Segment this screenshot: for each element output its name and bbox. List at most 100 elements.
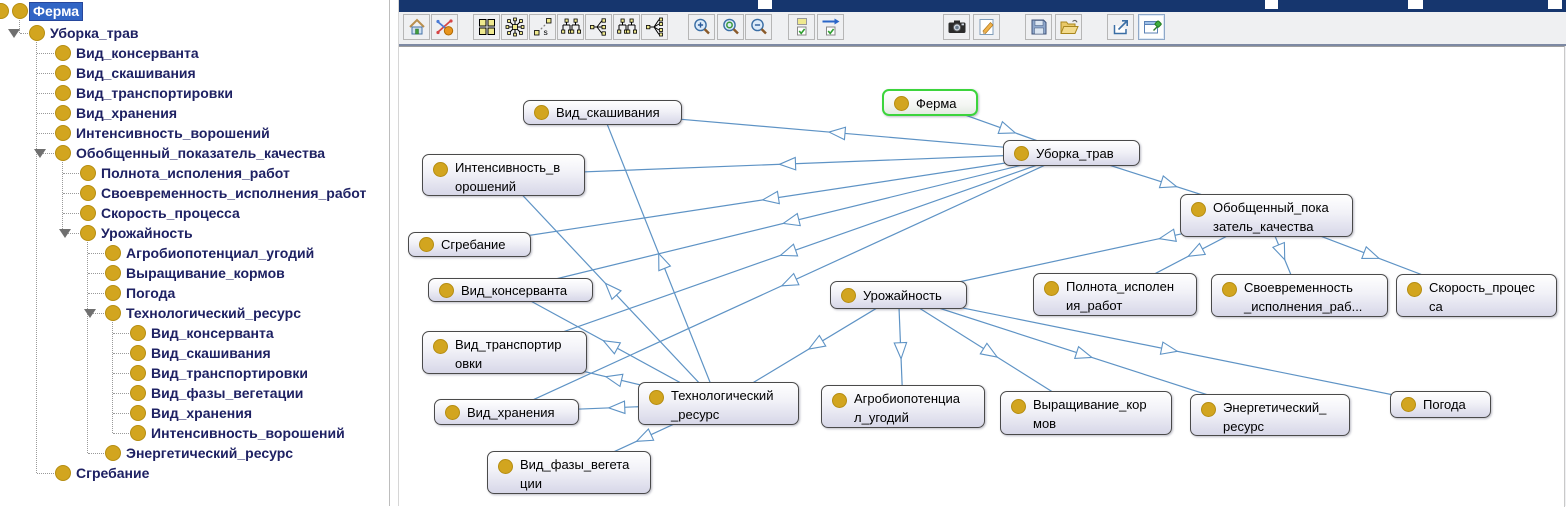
class-bullet-icon xyxy=(433,162,448,177)
tree-layout-horizontal2-button[interactable] xyxy=(641,14,668,40)
tree-item-Технологический_ресурс[interactable]: Технологический_ресурс xyxy=(0,303,389,323)
tree-item-Вид_консерванта[interactable]: Вид_консерванта xyxy=(0,43,389,63)
pin-window-icon xyxy=(1142,17,1162,37)
tree-item-Сгребание[interactable]: Сгребание xyxy=(0,463,389,483)
tree-item-Вид_фазы_вегетации[interactable]: Вид_фазы_вегетации xyxy=(0,383,389,403)
tree-item-Обобщенный_показатель_качества[interactable]: Обобщенный_показатель_качества xyxy=(0,143,389,163)
graph-node-tehno[interactable]: Технологический_ресурс xyxy=(638,382,799,425)
tree-item-Агробиопотенциал_угодий[interactable]: Агробиопотенциал_угодий xyxy=(0,243,389,263)
tree-item-Вид_транспортировки[interactable]: Вид_транспортировки xyxy=(0,363,389,383)
tree-item-Вид_хранения[interactable]: Вид_хранения xyxy=(0,403,389,423)
tree-item-Вид_транспортировки[interactable]: Вид_транспортировки xyxy=(0,83,389,103)
tree-item-Своевременность_исполнения_работ[interactable]: Своевременность_исполнения_работ xyxy=(0,183,389,203)
graph-node-label: Полнота_исполен xyxy=(1066,277,1192,296)
tab-separator xyxy=(1408,0,1423,9)
tree-item-Вид_скашивания[interactable]: Вид_скашивания xyxy=(0,343,389,363)
expand-toggle-icon[interactable] xyxy=(84,309,96,318)
zoom-out-button[interactable] xyxy=(745,14,772,40)
class-bullet-icon xyxy=(419,237,434,252)
graph-node-ferma[interactable]: Ферма xyxy=(882,89,978,116)
graph-node-skorost[interactable]: Скорость_процесса xyxy=(1396,274,1557,317)
class-bullet-icon xyxy=(1201,402,1216,417)
tree-item-Ферма[interactable]: Ферма xyxy=(0,1,389,21)
radial-layout-icon xyxy=(505,17,525,37)
graph-node-agrobio[interactable]: Агробиопотенциал_угодий xyxy=(821,385,985,428)
graph-node-sgreb[interactable]: Сгребание xyxy=(408,232,531,257)
tree-item-Скорость_процесса[interactable]: Скорость_процесса xyxy=(0,203,389,223)
graph-node-vyrash[interactable]: Выращивание_кормов xyxy=(1000,391,1172,435)
zoom-reset-button[interactable] xyxy=(717,14,744,40)
grid-layout-icon xyxy=(477,17,497,37)
class-bullet-icon xyxy=(1044,281,1059,296)
home-button[interactable] xyxy=(403,14,430,40)
zoom-reset-icon xyxy=(721,17,741,37)
tree-item-Вид_консерванта[interactable]: Вид_консерванта xyxy=(0,323,389,343)
graph-node-polnota[interactable]: Полнота_исполения_работ xyxy=(1033,273,1197,316)
open-button[interactable] xyxy=(1055,14,1082,40)
graph-node-vid_skash[interactable]: Вид_скашивания xyxy=(523,100,682,125)
relayout-button[interactable] xyxy=(431,14,458,40)
class-bullet-icon xyxy=(105,285,121,301)
graph-node-intens[interactable]: Интенсивность_ворошений xyxy=(422,154,585,196)
graph-node-energ[interactable]: Энергетический_ресурс xyxy=(1190,394,1350,436)
class-bullet-icon xyxy=(832,393,847,408)
graph-node-vid_fazy[interactable]: Вид_фазы_вегетации xyxy=(487,451,651,494)
pin-button[interactable] xyxy=(1138,14,1165,40)
graph-node-vid_transp[interactable]: Вид_транспортировки xyxy=(422,331,587,374)
tree-item-label: Интенсивность_ворошений xyxy=(151,423,345,443)
show-arcs-toggle[interactable] xyxy=(817,14,844,40)
save-button[interactable] xyxy=(1025,14,1052,40)
graph-node-pogoda[interactable]: Погода xyxy=(1390,391,1491,418)
tree-item-label: Выращивание_кормов xyxy=(126,263,285,283)
tree-item-Вид_хранения[interactable]: Вид_хранения xyxy=(0,103,389,123)
graph-node-svoevr[interactable]: Своевременность_исполнения_раб... xyxy=(1211,274,1388,317)
tree-vertical-icon xyxy=(617,17,637,37)
tree-item-Выращивание_кормов[interactable]: Выращивание_кормов xyxy=(0,263,389,283)
tree-layout-vertical2-button[interactable] xyxy=(613,14,640,40)
graph-node-vid_hran[interactable]: Вид_хранения xyxy=(434,399,579,425)
tree-item-Уборка_трав[interactable]: Уборка_трав xyxy=(0,23,389,43)
graph-node-uborka[interactable]: Уборка_трав xyxy=(1003,140,1140,166)
grid-layout-button[interactable] xyxy=(473,14,500,40)
export-button[interactable] xyxy=(1107,14,1134,40)
class-bullet-icon xyxy=(130,365,146,381)
zoom-in-button[interactable] xyxy=(688,14,715,40)
graph-node-obobsh[interactable]: Обобщенный_показатель_качества xyxy=(1180,194,1353,237)
show-nodes-toggle[interactable] xyxy=(788,14,815,40)
tree-item-label: Вид_хранения xyxy=(151,403,252,423)
expand-toggle-icon[interactable] xyxy=(8,29,20,38)
graph-node-label: Энергетический_ xyxy=(1223,398,1345,417)
graph-node-label: Вид_скашивания xyxy=(556,103,677,122)
graph-node-urozh[interactable]: Урожайность xyxy=(830,281,967,309)
edit-button[interactable] xyxy=(973,14,1000,40)
graph-canvas[interactable]: Ферма Уборка_трав Вид_скашивания Интенсивно… xyxy=(399,46,1565,507)
class-bullet-icon xyxy=(1011,399,1026,414)
tree-item-Полнота_исполения_работ[interactable]: Полнота_исполения_работ xyxy=(0,163,389,183)
class-bullet-icon xyxy=(80,165,96,181)
expand-toggle-icon[interactable] xyxy=(34,149,46,158)
graph-node-vid_kons[interactable]: Вид_консерванта xyxy=(428,278,593,302)
ontology-tree-panel: ФермаУборка_травВид_консервантаВид_скаши… xyxy=(0,0,390,506)
tree-layout-vertical-button[interactable] xyxy=(557,14,584,40)
snapshot-button[interactable] xyxy=(943,14,970,40)
tree-layout-horizontal-button[interactable] xyxy=(585,14,612,40)
spring-layout-button[interactable]: s xyxy=(529,14,556,40)
tree-item-label: Полнота_исполения_работ xyxy=(101,163,290,183)
tree-item-Энергетический_ресурс[interactable]: Энергетический_ресурс xyxy=(0,443,389,463)
arc-checkbox-icon xyxy=(821,17,841,37)
graph-node-label: Агробиопотенциа xyxy=(854,389,980,408)
class-bullet-icon xyxy=(130,345,146,361)
class-bullet-icon xyxy=(498,459,513,474)
class-bullet-icon xyxy=(55,85,71,101)
class-bullet-icon xyxy=(130,325,146,341)
expand-toggle-icon[interactable] xyxy=(59,229,71,238)
tree-item-Вид_скашивания[interactable]: Вид_скашивания xyxy=(0,63,389,83)
camera-icon xyxy=(947,17,967,37)
tree-item-Интенсивность_ворошений[interactable]: Интенсивность_ворошений xyxy=(0,123,389,143)
class-bullet-icon xyxy=(433,339,448,354)
tree-item-Интенсивность_ворошений[interactable]: Интенсивность_ворошений xyxy=(0,423,389,443)
radial-layout-button[interactable] xyxy=(501,14,528,40)
tree-item-Урожайность[interactable]: Урожайность xyxy=(0,223,389,243)
tree-item-Погода[interactable]: Погода xyxy=(0,283,389,303)
spring-layout-icon: s xyxy=(533,17,553,37)
